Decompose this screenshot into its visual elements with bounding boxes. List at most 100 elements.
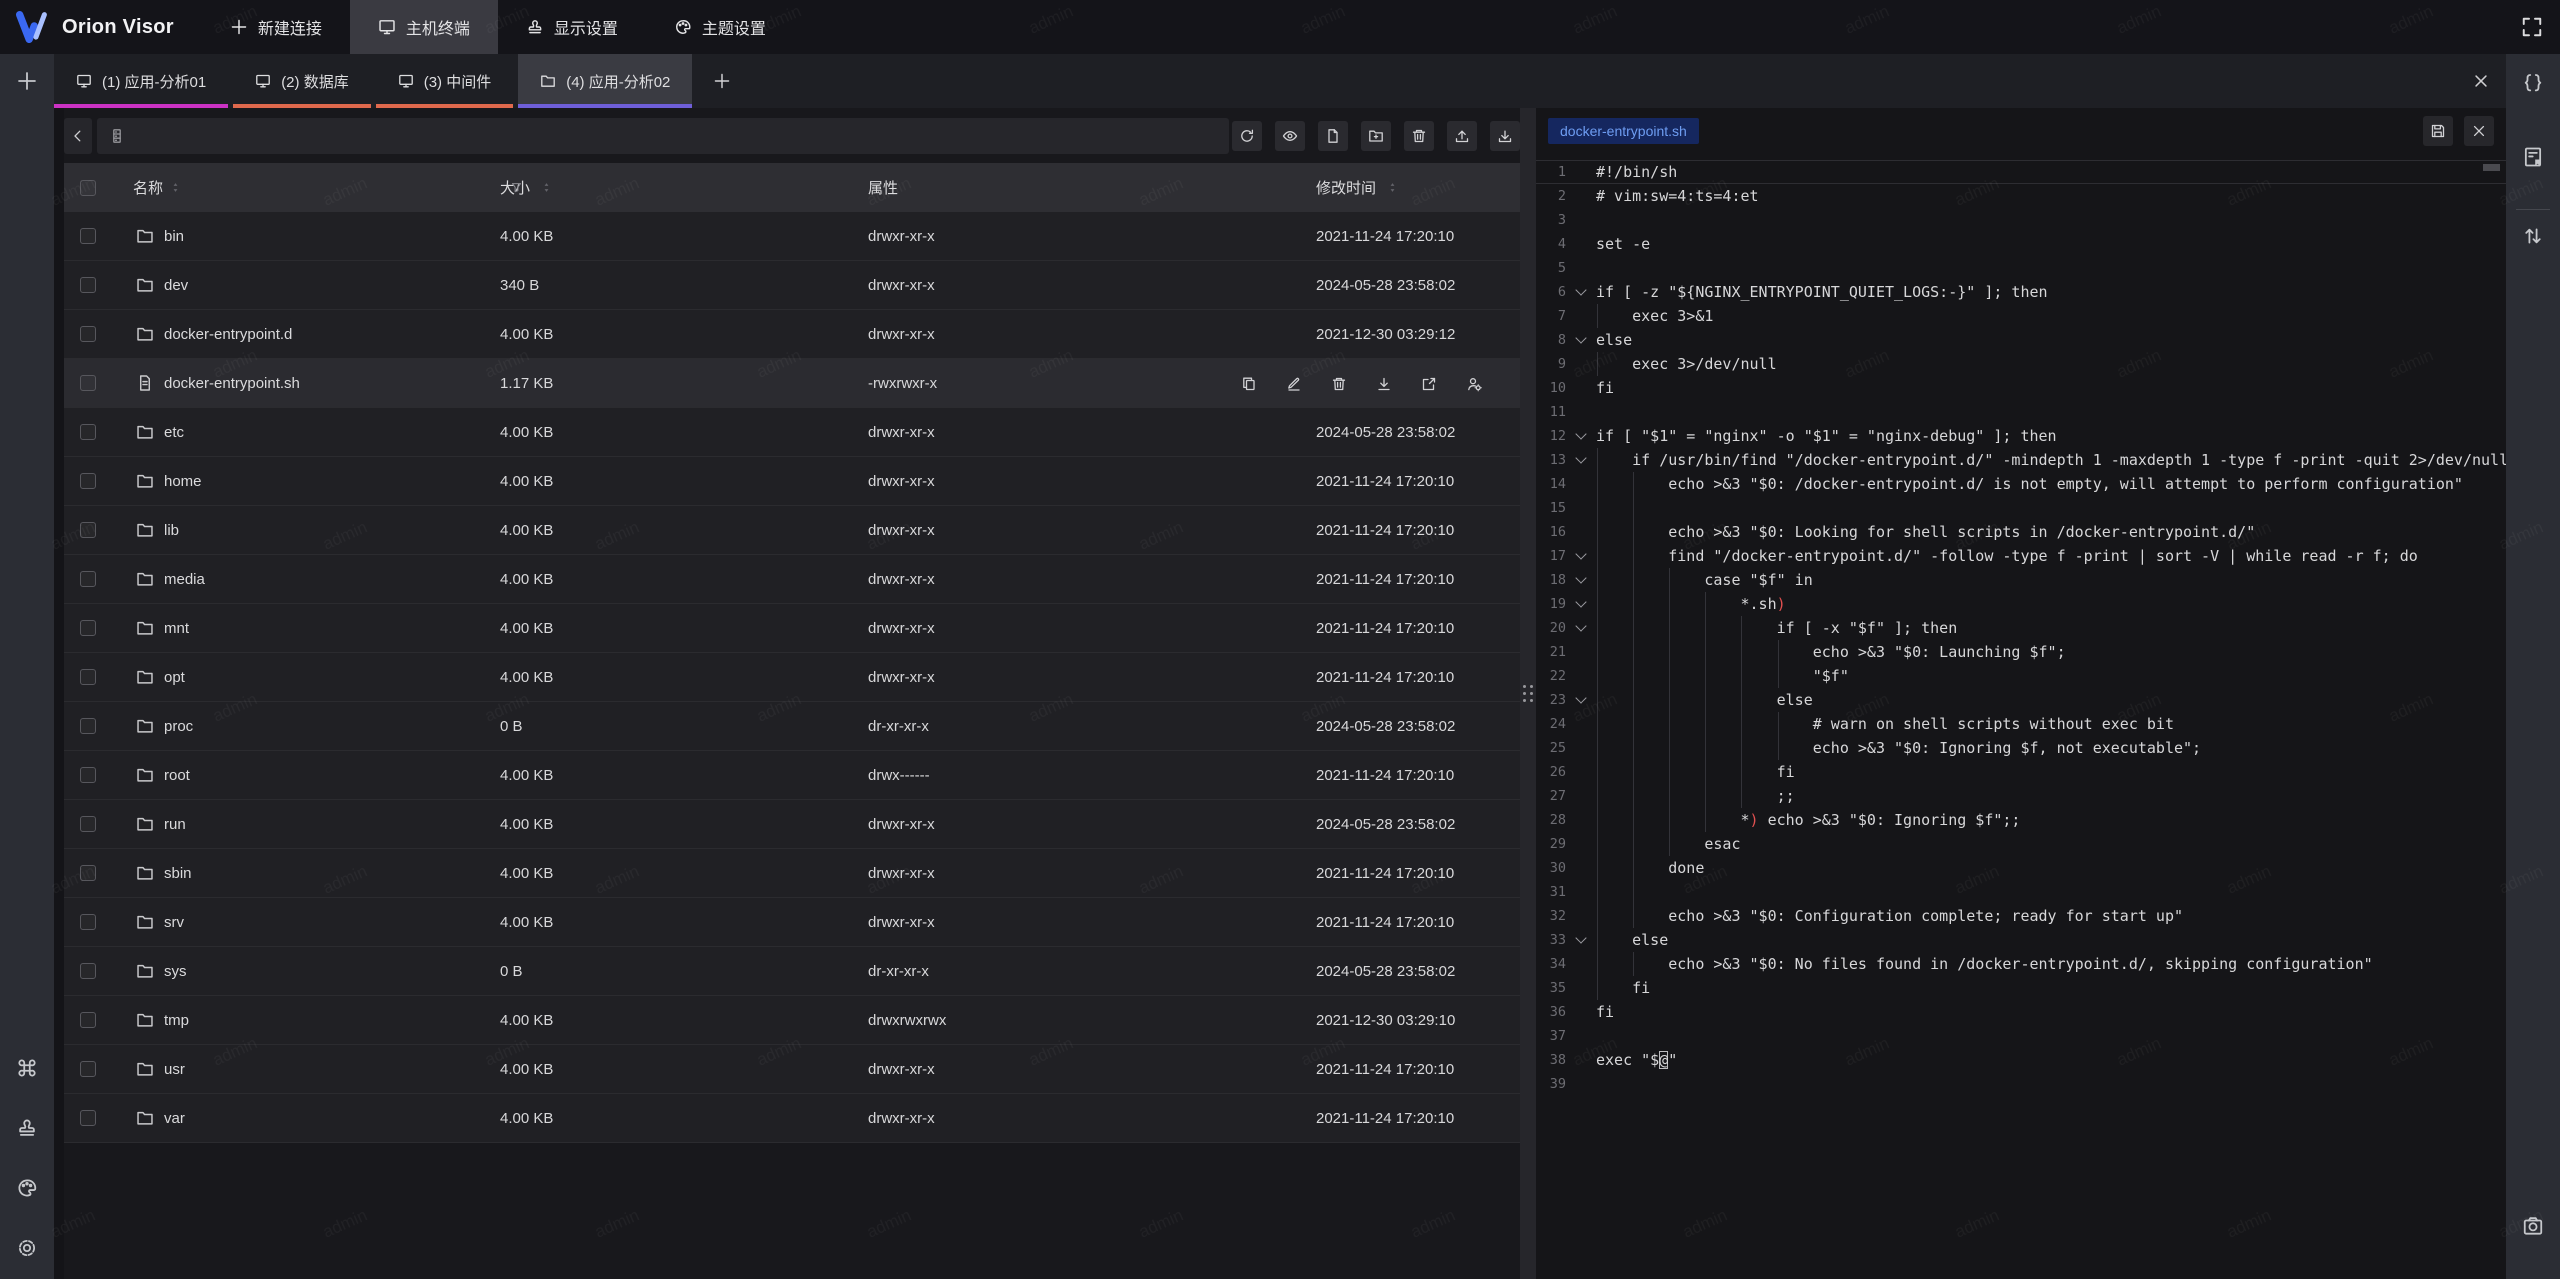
fold-chevron-icon[interactable] <box>1566 616 1596 640</box>
terminal-tab-3[interactable]: (3) 中间件 <box>376 54 514 108</box>
close-all-tabs-icon[interactable] <box>2472 72 2490 90</box>
row-checkbox[interactable] <box>80 424 96 440</box>
copy-icon[interactable] <box>1241 376 1257 392</box>
file-name[interactable]: root <box>164 767 190 784</box>
table-row[interactable]: opt4.00 KBdrwxr-xr-x2021-11-24 17:20:10 <box>64 653 1520 702</box>
table-row[interactable]: srv4.00 KBdrwxr-xr-x2021-11-24 17:20:10 <box>64 898 1520 947</box>
show-hidden-button[interactable] <box>1275 121 1305 151</box>
transfer-icon[interactable] <box>2522 225 2544 247</box>
script-variables-icon[interactable] <box>2522 72 2544 94</box>
new-tab-icon[interactable] <box>16 70 38 92</box>
table-row[interactable]: docker-entrypoint.sh1.17 KB-rwxrwxr-x <box>64 359 1520 408</box>
line-number[interactable]: 38 <box>1536 1048 1566 1072</box>
line-number[interactable]: 27 <box>1536 784 1566 808</box>
line-number[interactable]: 37 <box>1536 1024 1566 1048</box>
file-name[interactable]: var <box>164 1110 185 1127</box>
line-number[interactable]: 6 <box>1536 280 1566 304</box>
table-row[interactable]: sys0 Bdr-xr-xr-x2024-05-28 23:58:02 <box>64 947 1520 996</box>
line-number[interactable]: 26 <box>1536 760 1566 784</box>
line-number[interactable]: 32 <box>1536 904 1566 928</box>
display-settings-icon[interactable] <box>16 1117 38 1139</box>
file-name[interactable]: docker-entrypoint.sh <box>164 375 300 392</box>
file-name[interactable]: sys <box>164 963 187 980</box>
line-number[interactable]: 5 <box>1536 256 1566 280</box>
fold-chevron-icon[interactable] <box>1566 424 1596 448</box>
table-row[interactable]: proc0 Bdr-xr-xr-x2024-05-28 23:58:02 <box>64 702 1520 751</box>
code-area[interactable]: 1#!/bin/sh2# vim:sw=4:ts=4:et34set -e56i… <box>1536 160 2506 1279</box>
line-number[interactable]: 12 <box>1536 424 1566 448</box>
table-row[interactable]: etc4.00 KBdrwxr-xr-x2024-05-28 23:58:02 <box>64 408 1520 457</box>
file-name[interactable]: media <box>164 571 205 588</box>
line-number[interactable]: 10 <box>1536 376 1566 400</box>
menu-theme-settings[interactable]: 主题设置 <box>646 0 794 54</box>
line-number[interactable]: 3 <box>1536 208 1566 232</box>
line-number[interactable]: 29 <box>1536 832 1566 856</box>
table-row[interactable]: lib4.00 KBdrwxr-xr-x2021-11-24 17:20:10 <box>64 506 1520 555</box>
line-number[interactable]: 13 <box>1536 448 1566 472</box>
file-name[interactable]: etc <box>164 424 184 441</box>
screenshot-icon[interactable] <box>2522 1215 2544 1237</box>
fold-chevron-icon[interactable] <box>1566 688 1596 712</box>
filter-icon[interactable] <box>510 181 523 194</box>
line-number[interactable]: 9 <box>1536 352 1566 376</box>
path-input[interactable] <box>97 118 1229 154</box>
file-name[interactable]: proc <box>164 718 193 735</box>
table-row[interactable]: mnt4.00 KBdrwxr-xr-x2021-11-24 17:20:10 <box>64 604 1520 653</box>
upload-button[interactable] <box>1447 121 1477 151</box>
row-checkbox[interactable] <box>80 963 96 979</box>
line-number[interactable]: 18 <box>1536 568 1566 592</box>
line-number[interactable]: 23 <box>1536 688 1566 712</box>
fold-chevron-icon[interactable] <box>1566 592 1596 616</box>
settings-icon[interactable] <box>16 1237 38 1259</box>
line-number[interactable]: 34 <box>1536 952 1566 976</box>
line-number[interactable]: 19 <box>1536 592 1566 616</box>
sort-time-icon[interactable] <box>1387 182 1398 193</box>
open-file-tab[interactable]: docker-entrypoint.sh <box>1548 118 1699 144</box>
add-tab-button[interactable] <box>697 54 747 108</box>
line-number[interactable]: 24 <box>1536 712 1566 736</box>
row-checkbox[interactable] <box>80 914 96 930</box>
row-checkbox[interactable] <box>80 865 96 881</box>
close-editor-button[interactable] <box>2464 116 2494 146</box>
row-checkbox[interactable] <box>80 375 96 391</box>
file-name[interactable]: usr <box>164 1061 185 1078</box>
permission-icon[interactable] <box>1466 376 1482 392</box>
line-number[interactable]: 30 <box>1536 856 1566 880</box>
line-number[interactable]: 1 <box>1536 160 1566 184</box>
line-number[interactable]: 39 <box>1536 1072 1566 1096</box>
table-row[interactable]: usr4.00 KBdrwxr-xr-x2021-11-24 17:20:10 <box>64 1045 1520 1094</box>
fold-chevron-icon[interactable] <box>1566 544 1596 568</box>
new-folder-button[interactable] <box>1361 121 1391 151</box>
back-button[interactable] <box>64 118 92 154</box>
fullscreen-icon[interactable] <box>2520 15 2544 39</box>
fold-chevron-icon[interactable] <box>1566 568 1596 592</box>
line-number[interactable]: 35 <box>1536 976 1566 1000</box>
transfer-list-icon[interactable] <box>2522 146 2544 168</box>
file-name[interactable]: docker-entrypoint.d <box>164 326 292 343</box>
line-number[interactable]: 22 <box>1536 664 1566 688</box>
line-number[interactable]: 20 <box>1536 616 1566 640</box>
table-row[interactable]: root4.00 KBdrwx------2021-11-24 17:20:10 <box>64 751 1520 800</box>
edit-icon[interactable] <box>1286 376 1302 392</box>
line-number[interactable]: 28 <box>1536 808 1566 832</box>
refresh-button[interactable] <box>1232 121 1262 151</box>
panel-resize-handle[interactable] <box>1520 108 1536 1279</box>
row-checkbox[interactable] <box>80 718 96 734</box>
line-number[interactable]: 11 <box>1536 400 1566 424</box>
line-number[interactable]: 25 <box>1536 736 1566 760</box>
file-name[interactable]: srv <box>164 914 184 931</box>
line-number[interactable]: 4 <box>1536 232 1566 256</box>
file-name[interactable]: tmp <box>164 1012 189 1029</box>
delete-button[interactable] <box>1404 121 1434 151</box>
table-row[interactable]: media4.00 KBdrwxr-xr-x2021-11-24 17:20:1… <box>64 555 1520 604</box>
file-name[interactable]: home <box>164 473 202 490</box>
line-number[interactable]: 15 <box>1536 496 1566 520</box>
save-file-button[interactable] <box>2423 116 2453 146</box>
line-number[interactable]: 8 <box>1536 328 1566 352</box>
delete-icon[interactable] <box>1331 376 1347 392</box>
command-snippets-icon[interactable] <box>16 1057 38 1079</box>
file-name[interactable]: opt <box>164 669 185 686</box>
file-name[interactable]: bin <box>164 228 184 245</box>
file-name[interactable]: lib <box>164 522 179 539</box>
row-checkbox[interactable] <box>80 669 96 685</box>
